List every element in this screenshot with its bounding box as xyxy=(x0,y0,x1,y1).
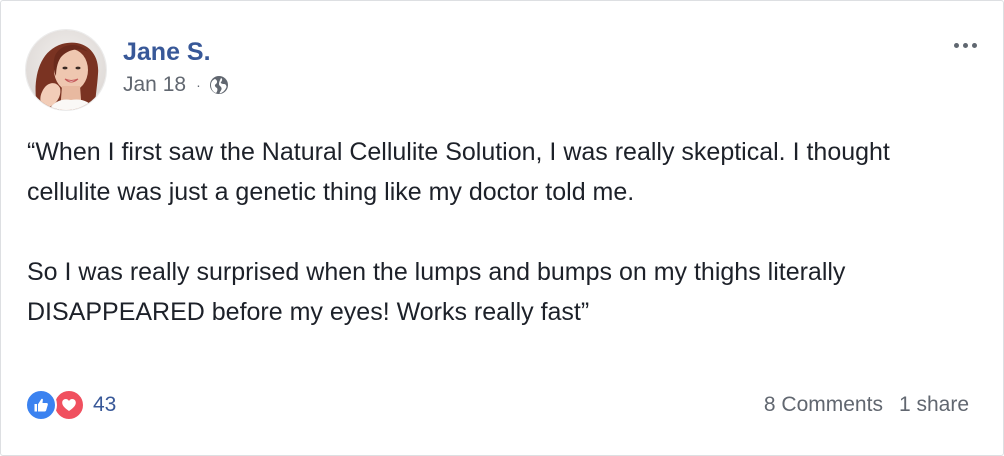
like-icon xyxy=(25,389,57,421)
post-header: Jane S. Jan 18 · xyxy=(25,29,229,111)
post-meta: Jane S. Jan 18 · xyxy=(123,37,229,97)
reactions-summary[interactable]: 43 xyxy=(25,389,116,421)
post-body: “When I first saw the Natural Cellulite … xyxy=(27,132,977,332)
love-icon xyxy=(53,389,85,421)
dot-icon xyxy=(972,43,977,48)
reaction-count: 43 xyxy=(93,393,117,416)
post-paragraph: “When I first saw the Natural Cellulite … xyxy=(27,138,890,206)
dot-icon xyxy=(963,43,968,48)
post-paragraph: So I was really surprised when the lumps… xyxy=(27,258,846,326)
post-subline: Jan 18 · xyxy=(123,73,229,97)
comments-link[interactable]: 8 Comments xyxy=(764,393,883,417)
separator-dot: · xyxy=(196,77,201,93)
post-stats: 8 Comments 1 share xyxy=(764,393,969,417)
dot-icon xyxy=(954,43,959,48)
globe-icon[interactable] xyxy=(209,75,229,95)
avatar[interactable] xyxy=(25,29,107,111)
shares-link[interactable]: 1 share xyxy=(899,393,969,417)
post-date[interactable]: Jan 18 xyxy=(123,73,186,97)
post-card: Jane S. Jan 18 · “When I first saw the N… xyxy=(0,0,1004,456)
author-name[interactable]: Jane S. xyxy=(123,37,229,67)
more-options-icon[interactable] xyxy=(950,39,981,52)
post-footer: 43 8 Comments 1 share xyxy=(25,389,969,421)
